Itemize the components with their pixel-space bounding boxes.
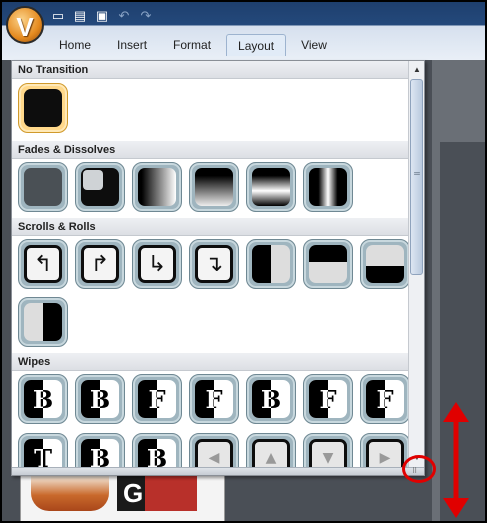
- wipe-tile-9[interactable]: B: [75, 433, 125, 467]
- scroll-tile-3[interactable]: ↳: [132, 239, 182, 289]
- section-no-transition: No Transition: [12, 61, 408, 79]
- wipe-tile-8[interactable]: T: [18, 433, 68, 467]
- tab-insert[interactable]: Insert: [106, 34, 158, 56]
- wipe-preview-10: B: [138, 439, 176, 467]
- wipe-down-preview: ▼: [309, 439, 347, 467]
- section-wipes: Wipes: [12, 353, 408, 371]
- fade-tile-4[interactable]: [189, 162, 239, 212]
- wipe-preview-6: F: [309, 380, 347, 418]
- app-logo-letter: V: [16, 12, 34, 42]
- slide-thumbnails-strip: G: [20, 476, 225, 521]
- wipe-tile-10[interactable]: B: [132, 433, 182, 467]
- app-window: V ▭ ▤ ▣ ↶ ↷ Home Insert Format Layout Vi…: [0, 0, 487, 523]
- wipe-tile-14[interactable]: ▶: [360, 433, 408, 467]
- roll-bottom-preview: [366, 245, 404, 283]
- wipe-tile-3[interactable]: F: [132, 374, 182, 424]
- ribbon-header: V ▭ ▤ ▣ ↶ ↷ Home Insert Format Layout Vi…: [2, 2, 485, 60]
- scroll-tile-5[interactable]: [246, 239, 296, 289]
- wipe-tile-2[interactable]: B: [75, 374, 125, 424]
- ribbon-tabs: Home Insert Format Layout View: [48, 34, 338, 56]
- open-folder-icon[interactable]: ▤: [72, 8, 88, 24]
- gallery-scrollbar[interactable]: ▲ ═ ▼: [408, 61, 424, 467]
- scroll-down-icon: ↳: [138, 245, 176, 283]
- wipe-right-preview: ▶: [366, 439, 404, 467]
- wipe-tile-11[interactable]: ◀: [189, 433, 239, 467]
- transition-gallery-popup: No Transition Fades & Dissolves Scrolls …: [11, 60, 425, 476]
- fade-vertical-preview: [195, 168, 233, 206]
- wipe-preview-5: B: [252, 380, 290, 418]
- dissolve-preview: [24, 168, 62, 206]
- fade-tile-3[interactable]: [132, 162, 182, 212]
- bowl-thumbnail[interactable]: [31, 476, 109, 511]
- fade-tile-5[interactable]: [246, 162, 296, 212]
- tab-view[interactable]: View: [290, 34, 338, 56]
- scroll-tile-2[interactable]: ↱: [75, 239, 125, 289]
- scroll-right-icon: ↴: [195, 245, 233, 283]
- logo-thumbnail[interactable]: G: [117, 476, 197, 511]
- wipe-preview-9: B: [81, 439, 119, 467]
- tab-layout[interactable]: Layout: [226, 34, 287, 56]
- wipe-preview-8: T: [24, 439, 62, 467]
- fade-tile-1[interactable]: [18, 162, 68, 212]
- wipe-preview-3: F: [138, 380, 176, 418]
- transition-none-preview: [24, 89, 62, 127]
- save-icon[interactable]: ▣: [94, 8, 110, 24]
- fade-horizontal-preview: [138, 168, 176, 206]
- wipe-preview-4: F: [195, 380, 233, 418]
- fade-split-preview: [309, 168, 347, 206]
- roll-right-preview: [24, 303, 62, 341]
- fade-center-preview: [252, 168, 290, 206]
- scrollbar-grip-icon: ═: [414, 169, 420, 178]
- wipe-tile-12[interactable]: ▲: [246, 433, 296, 467]
- redo-icon[interactable]: ↷: [138, 8, 154, 24]
- gallery-content: No Transition Fades & Dissolves Scrolls …: [12, 61, 408, 467]
- wipe-up-preview: ▲: [252, 439, 290, 467]
- new-file-icon[interactable]: ▭: [50, 8, 66, 24]
- gallery-resize-bar[interactable]: ⠿: [12, 467, 424, 475]
- roll-left-preview: [252, 245, 290, 283]
- fade-tile-2[interactable]: [75, 162, 125, 212]
- scroll-tile-1[interactable]: ↰: [18, 239, 68, 289]
- scroll-up-arrow-icon[interactable]: ▲: [409, 63, 424, 77]
- section-scrolls: Scrolls & Rolls: [12, 218, 408, 236]
- scroll-tile-8[interactable]: [18, 297, 68, 347]
- roll-top-preview: [309, 245, 347, 283]
- wipe-tile-5[interactable]: B: [246, 374, 296, 424]
- scroll-up-icon: ↱: [81, 245, 119, 283]
- row-scrolls-1: ↰ ↱ ↳ ↴: [18, 239, 408, 289]
- wipe-tile-1[interactable]: B: [18, 374, 68, 424]
- wipe-left-preview: ◀: [195, 439, 233, 467]
- wipe-tile-6[interactable]: F: [303, 374, 353, 424]
- section-fades: Fades & Dissolves: [12, 141, 408, 159]
- wipe-tile-7[interactable]: F: [360, 374, 408, 424]
- wipe-preview-1: B: [24, 380, 62, 418]
- logo-thumbnail-letter: G: [123, 478, 144, 508]
- scrollbar-thumb[interactable]: ═: [410, 79, 423, 275]
- crossfade-preview: [81, 168, 119, 206]
- row-no-transition: [18, 83, 68, 133]
- fade-tile-6[interactable]: [303, 162, 353, 212]
- row-scrolls-2: [18, 297, 68, 347]
- resize-grip-callout-circle: [402, 455, 436, 483]
- quick-access-toolbar: ▭ ▤ ▣ ↶ ↷: [50, 8, 154, 24]
- transition-none-tile[interactable]: [18, 83, 68, 133]
- resize-direction-arrow-icon: [443, 402, 469, 518]
- wipe-tile-4[interactable]: F: [189, 374, 239, 424]
- scroll-left-icon: ↰: [24, 245, 62, 283]
- scroll-tile-4[interactable]: ↴: [189, 239, 239, 289]
- wipe-preview-7: F: [366, 380, 404, 418]
- scroll-tile-6[interactable]: [303, 239, 353, 289]
- scroll-tile-7[interactable]: [360, 239, 408, 289]
- wipe-tile-13[interactable]: ▼: [303, 433, 353, 467]
- row-fades: [18, 162, 353, 212]
- row-wipes-2: T B B ◀ ▲ ▼ ▶: [18, 433, 408, 467]
- tab-format[interactable]: Format: [162, 34, 222, 56]
- application-button[interactable]: V: [6, 6, 44, 44]
- wipe-preview-2: B: [81, 380, 119, 418]
- row-wipes-1: B B F F B F F: [18, 374, 408, 424]
- undo-icon[interactable]: ↶: [116, 8, 132, 24]
- tab-home[interactable]: Home: [48, 34, 102, 56]
